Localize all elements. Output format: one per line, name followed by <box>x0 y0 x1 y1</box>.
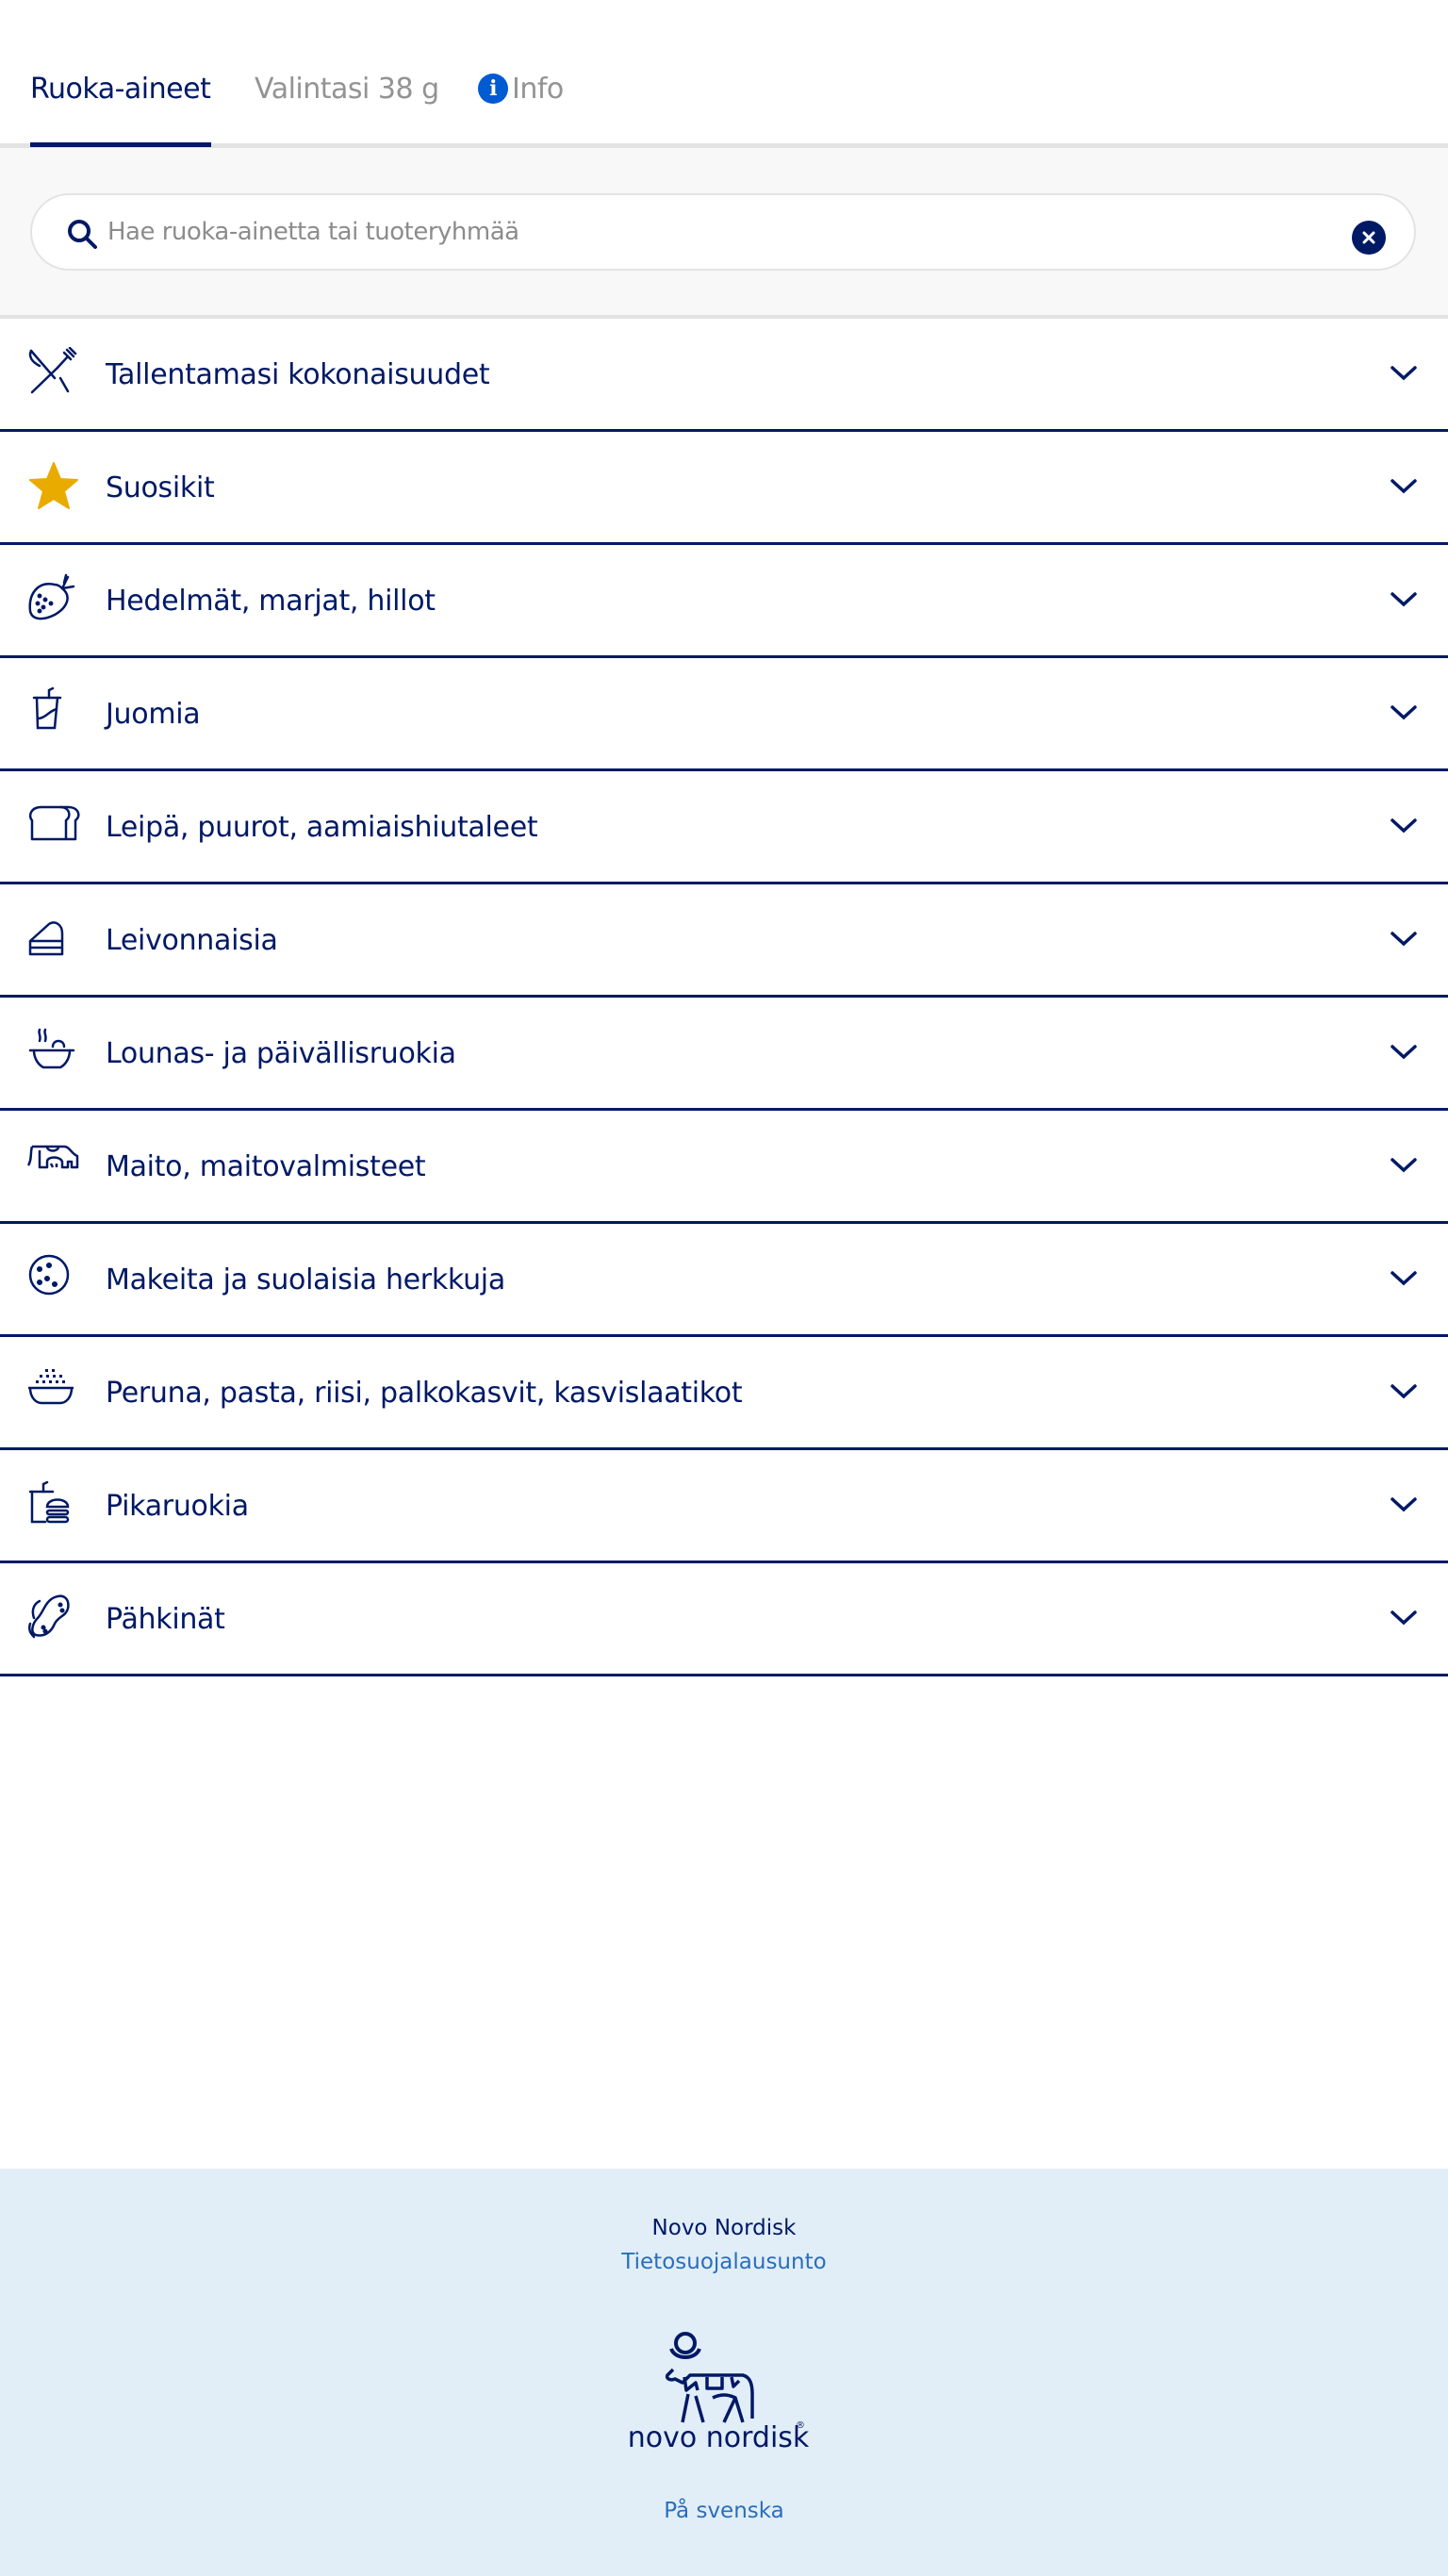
tab-label: Ruoka-aineet <box>30 73 211 106</box>
tab-info[interactable]: i Info <box>478 66 564 113</box>
active-tab-indicator <box>30 142 211 147</box>
chevron-down-icon <box>1390 366 1417 381</box>
footer: Novo Nordisk Tietosuojalausunto novo nor… <box>0 2169 1448 2576</box>
category-label: Suosikit <box>106 471 215 504</box>
registered-mark: ® <box>796 2420 805 2431</box>
privacy-link[interactable]: Tietosuojalausunto <box>0 2248 1448 2276</box>
search-box <box>30 193 1416 271</box>
category-label: Leipä, puurot, aamiaishiutaleet <box>106 811 538 844</box>
category-list: Tallentamasi kokonaisuudet Suosikit Hede… <box>0 319 1448 1676</box>
language-link-label[interactable]: På svenska <box>664 2499 784 2523</box>
category-row-treats[interactable]: Makeita ja suolaisia herkkuja <box>0 1224 1448 1337</box>
search-panel <box>0 148 1448 319</box>
tab-bar: Ruoka-aineet Valintasi 38 g i Info <box>0 0 1448 148</box>
fork-knife-icon <box>28 347 77 394</box>
tab-valintasi[interactable]: Valintasi 38 g <box>255 66 439 113</box>
category-label: Lounas- ja päivällisruokia <box>106 1037 456 1070</box>
cow-icon <box>26 1145 79 1169</box>
tab-label: Valintasi 38 g <box>255 73 439 106</box>
category-label: Hedelmät, marjat, hillot <box>106 585 436 618</box>
fast-food-icon <box>28 1480 70 1524</box>
bread-icon <box>28 805 80 841</box>
category-label: Makeita ja suolaisia herkkuja <box>106 1263 505 1296</box>
chevron-down-icon <box>1390 1045 1417 1060</box>
soup-bowl-icon <box>28 1028 75 1069</box>
drink-cup-icon <box>32 686 62 730</box>
chevron-down-icon <box>1390 932 1417 947</box>
privacy-link-label[interactable]: Tietosuojalausunto <box>621 2250 826 2274</box>
category-label: Leivonnaisia <box>106 924 278 957</box>
footer-company-name: Novo Nordisk <box>651 2216 797 2240</box>
category-row-saved[interactable]: Tallentamasi kokonaisuudet <box>0 319 1448 432</box>
peanut-icon <box>27 1594 70 1639</box>
chevron-down-icon <box>1390 1497 1417 1512</box>
rice-bowl-icon <box>28 1369 74 1405</box>
category-row-nuts[interactable]: Pähkinät <box>0 1563 1448 1676</box>
category-row-pastries[interactable]: Leivonnaisia <box>0 884 1448 998</box>
tab-label: Info <box>512 73 564 106</box>
chevron-down-icon <box>1390 818 1417 834</box>
category-label: Pikaruokia <box>106 1490 249 1523</box>
language-link[interactable]: På svenska <box>0 2497 1448 2525</box>
category-label: Maito, maitovalmisteet <box>106 1150 426 1183</box>
cookie-icon <box>28 1254 70 1296</box>
clear-search-button[interactable] <box>1352 221 1386 255</box>
chevron-down-icon <box>1390 1384 1417 1399</box>
category-label: Pähkinät <box>106 1603 225 1636</box>
category-label: Tallentamasi kokonaisuudet <box>106 358 490 391</box>
category-label: Peruna, pasta, riisi, palkokasvit, kasvi… <box>106 1377 743 1410</box>
category-row-bread[interactable]: Leipä, puurot, aamiaishiutaleet <box>0 771 1448 884</box>
search-icon <box>68 220 97 249</box>
search-input[interactable] <box>107 208 1314 256</box>
category-row-fast-food[interactable]: Pikaruokia <box>0 1450 1448 1563</box>
chevron-down-icon <box>1390 705 1417 720</box>
star-icon <box>29 462 78 509</box>
novo-nordisk-logo: novo nordisk ® <box>630 2332 810 2454</box>
category-row-favorites[interactable]: Suosikit <box>0 432 1448 545</box>
chevron-down-icon <box>1390 479 1417 494</box>
chevron-down-icon <box>1390 1610 1417 1626</box>
logo-wordmark: novo nordisk <box>630 2421 810 2454</box>
category-row-drinks[interactable]: Juomia <box>0 658 1448 771</box>
cake-slice-icon <box>28 921 64 956</box>
tab-ruoka-aineet[interactable]: Ruoka-aineet <box>30 66 211 113</box>
strawberry-icon <box>28 573 75 620</box>
category-row-starches[interactable]: Peruna, pasta, riisi, palkokasvit, kasvi… <box>0 1337 1448 1450</box>
chevron-down-icon <box>1390 1158 1417 1173</box>
category-row-meals[interactable]: Lounas- ja päivällisruokia <box>0 998 1448 1111</box>
chevron-down-icon <box>1390 592 1417 607</box>
category-row-fruits[interactable]: Hedelmät, marjat, hillot <box>0 545 1448 658</box>
chevron-down-icon <box>1390 1271 1417 1286</box>
info-icon: i <box>478 74 508 104</box>
category-row-dairy[interactable]: Maito, maitovalmisteet <box>0 1111 1448 1224</box>
close-icon <box>1362 231 1375 244</box>
category-label: Juomia <box>106 698 201 731</box>
